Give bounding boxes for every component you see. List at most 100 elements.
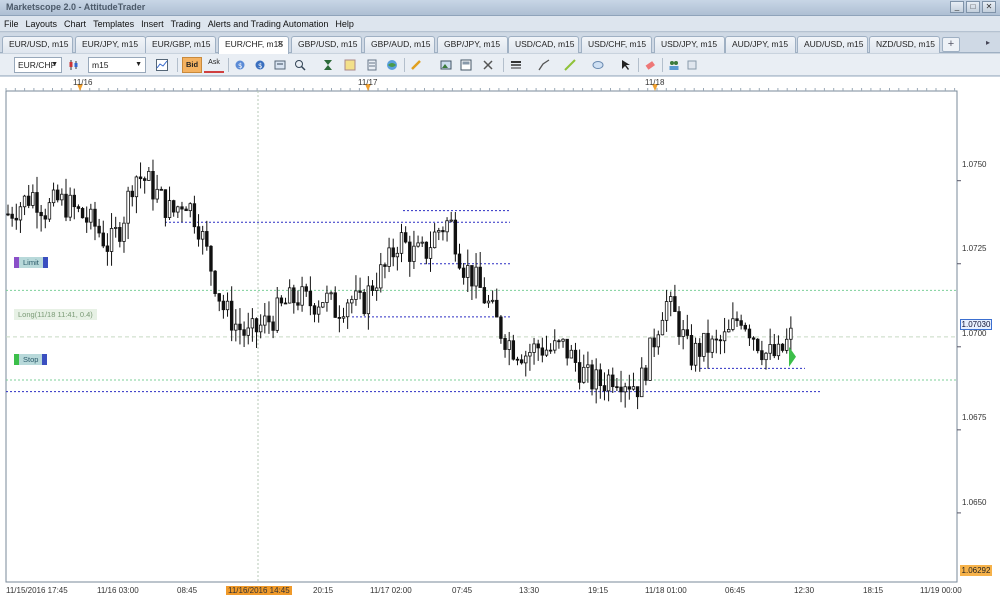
tab-eurusd[interactable]: EUR/USD, m15 (2, 36, 73, 53)
eraser-icon[interactable] (642, 57, 658, 73)
tab-gbpaud[interactable]: GBP/AUD, m15 (364, 36, 435, 53)
trend-line-icon[interactable] (562, 57, 578, 73)
candle-body (151, 170, 155, 200)
candle-body (486, 300, 491, 304)
tab-audusd[interactable]: AUD/USD, m15 (797, 36, 868, 53)
candle-body (677, 311, 681, 337)
line-style-icon[interactable] (508, 57, 524, 73)
globe-icon[interactable] (384, 57, 400, 73)
candle-body (304, 286, 308, 292)
people-icon[interactable] (666, 57, 682, 73)
tab-eurjpy[interactable]: EUR/JPY, m15 (75, 36, 146, 53)
tools-icon[interactable] (480, 57, 496, 73)
candle-body (623, 386, 627, 393)
instrument-select[interactable]: EUR/CHF ▼ (14, 57, 62, 73)
candle-body (134, 176, 139, 198)
menu-insert[interactable]: Insert (141, 19, 164, 29)
candle-body (627, 386, 632, 390)
pointer-icon[interactable] (618, 57, 634, 73)
candle-body (536, 343, 540, 349)
menu-trading[interactable]: Trading (171, 19, 201, 29)
candle-body (420, 241, 424, 244)
candle-body (196, 226, 201, 240)
candle-body (743, 324, 747, 330)
settings-icon[interactable] (684, 57, 700, 73)
tab-scroll-icon[interactable]: ▸ (986, 38, 996, 50)
candle-body (785, 338, 789, 351)
menu-help[interactable]: Help (335, 19, 354, 29)
zoom-icon[interactable] (292, 57, 308, 73)
bid-button[interactable]: Bid (182, 57, 202, 73)
candle-body (258, 324, 263, 333)
time-tick-label: 20:15 (313, 586, 334, 595)
note-icon[interactable] (342, 57, 358, 73)
menu-chart[interactable]: Chart (64, 19, 86, 29)
shape-icon[interactable] (590, 57, 606, 73)
image-icon[interactable] (438, 57, 454, 73)
pencil-icon[interactable] (408, 57, 424, 73)
tab-audjpy[interactable]: AUD/JPY, m15 (725, 36, 796, 53)
template-icon[interactable] (458, 57, 474, 73)
tab-gbpusd[interactable]: GBP/USD, m15 (291, 36, 362, 53)
position-tag[interactable]: Long(11/18 11:41, 0.4) (14, 309, 97, 320)
candle-body (706, 332, 710, 353)
hourglass-icon[interactable] (320, 57, 336, 73)
tab-eurchf[interactable]: EUR/CHF, m15 ✕ (218, 36, 289, 54)
menu-layouts[interactable]: Layouts (26, 19, 58, 29)
ask-button[interactable]: Ask (204, 57, 224, 73)
menu-alerts[interactable]: Alerts and Trading Automation (208, 19, 329, 29)
candle-body (640, 367, 644, 398)
candle-body (602, 385, 607, 392)
tab-gbpjpy[interactable]: GBP/JPY, m15 (437, 36, 508, 53)
tab-label: EUR/JPY, m15 (82, 39, 139, 49)
stop-order-tag[interactable]: Stop (14, 354, 48, 365)
buy-order-icon[interactable]: $ (232, 57, 248, 73)
minimize-button[interactable]: _ (950, 1, 964, 13)
tab-eurgbp[interactable]: EUR/GBP, m15 (145, 36, 216, 53)
tab-label: NZD/USD, m15 (876, 39, 936, 49)
candle-body (47, 202, 52, 220)
candle-body (184, 208, 188, 212)
tab-usdjpy[interactable]: USD/JPY, m15 (654, 36, 725, 53)
candle-body (598, 369, 603, 387)
time-tick-label: 11/17 02:00 (370, 586, 412, 595)
add-tab-button[interactable]: + (942, 37, 960, 52)
min-price-label: 1.06292 (960, 565, 992, 576)
candle-body (789, 327, 793, 340)
tab-nzdusd[interactable]: NZD/USD, m15 (869, 36, 940, 53)
script-icon[interactable] (364, 57, 380, 73)
tab-usdchf[interactable]: USD/CHF, m15 (581, 36, 652, 53)
candle-body (569, 349, 574, 359)
price-chart[interactable] (0, 77, 1000, 602)
candle-body (14, 217, 18, 221)
svg-text:$: $ (258, 62, 262, 70)
candle-type-icon[interactable] (66, 57, 82, 73)
chart-area[interactable]: 11/16 11/17 11/18 1.0750 1.0725 1.0700 1… (0, 77, 1000, 602)
candle-body (760, 350, 764, 361)
tab-label: USD/CAD, m15 (515, 39, 575, 49)
entry-order-icon[interactable] (272, 57, 288, 73)
title-bar: Marketscope 2.0 - AttitudeTrader _ □ ✕ (0, 0, 1000, 16)
maximize-button[interactable]: □ (966, 1, 980, 13)
candle-body (171, 200, 176, 213)
candle-body (648, 337, 652, 381)
menu-file[interactable]: File (4, 19, 19, 29)
limit-order-tag[interactable]: Limit (14, 257, 48, 268)
drawing-icon[interactable] (536, 57, 552, 73)
timeframe-select[interactable]: m15 ▼ (88, 57, 146, 73)
candle-body (254, 318, 259, 333)
menu-templates[interactable]: Templates (93, 19, 134, 29)
candle-body (130, 190, 134, 198)
candle-body (495, 299, 499, 318)
candle-body (366, 285, 371, 315)
candle-body (403, 232, 408, 243)
tab-usdcad[interactable]: USD/CAD, m15 (508, 36, 579, 53)
candle-body (424, 241, 429, 259)
indicator-icon[interactable] (154, 57, 170, 73)
candle-body (453, 219, 458, 255)
candle-body (97, 225, 101, 234)
time-tick-label: 06:45 (725, 586, 746, 595)
tab-close-icon[interactable]: ✕ (276, 37, 284, 52)
close-button[interactable]: ✕ (982, 1, 996, 13)
sell-order-icon[interactable]: $ (252, 57, 268, 73)
